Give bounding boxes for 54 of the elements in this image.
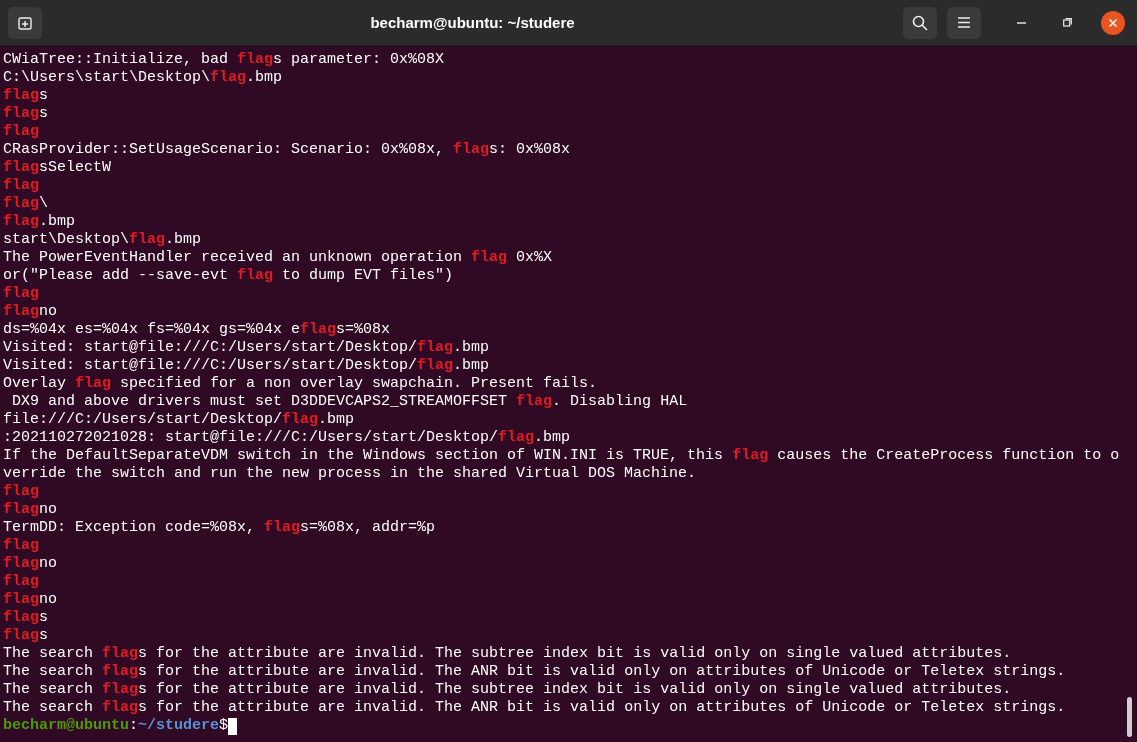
output-line: flag\	[3, 195, 49, 213]
output-line: Visited: start@file:///C:/Users/start/Desktop/flag.bmp	[3, 339, 490, 357]
output-line: Overlay flag specified for a non overlay swapchain. Present fails.	[3, 375, 598, 393]
output-line: The search flags for the attribute are invalid. The ANR bit is valid only on attributes of Unicode or Teletex strings.	[3, 663, 1066, 681]
output-line: CWiaTree::Initialize, bad flags parameter: 0x%08X	[3, 51, 445, 69]
output-line: verride the switch and run the new process in the shared Virtual DOS Machine.	[3, 465, 697, 483]
output-line: flagno	[3, 555, 58, 573]
output-line: The PowerEventHandler received an unknown operation flag 0x%X	[3, 249, 553, 267]
output-line: TermDD: Exception code=%08x, flags=%08x, addr=%p	[3, 519, 436, 537]
minimize-icon	[1016, 21, 1026, 24]
output-line: flag	[3, 123, 39, 141]
output-line: DX9 and above drivers must set D3DDEVCAPS2_STREAMOFFSET flag. Disabling HAL	[11, 393, 688, 411]
output-line: file:///C:/Users/start/Desktop/flag.bmp	[3, 411, 355, 429]
scrollbar[interactable]	[1127, 697, 1132, 737]
output-line: flags	[3, 105, 49, 123]
new-tab-button[interactable]	[8, 6, 42, 39]
output-line: or("Please add --save-evt flag to dump EVT files")	[3, 267, 454, 285]
output-line: flags	[3, 609, 49, 627]
new-tab-icon	[18, 15, 32, 30]
output-line: The search flags for the attribute are invalid. The subtree index bit is valid only on single valued attributes.	[3, 645, 1012, 663]
output-line: flag	[3, 285, 39, 303]
output-line: CRasProvider::SetUsageScenario: Scenario: 0x%08x, flags: 0x%08x	[3, 141, 571, 159]
prompt-path: ~/studere	[138, 717, 220, 735]
menu-button[interactable]	[947, 6, 981, 39]
prompt-symbol: $	[219, 717, 229, 735]
output-line: start\Desktop\flag.bmp	[3, 231, 202, 249]
output-line: flagsSelectW	[3, 159, 112, 177]
search-icon	[912, 14, 928, 31]
search-button[interactable]	[903, 6, 937, 39]
close-button[interactable]	[1101, 10, 1125, 35]
output-line: flags	[3, 87, 49, 105]
window-title: becharm@ubuntu: ~/studere	[369, 14, 576, 31]
output-line: flagno	[3, 303, 58, 321]
output-line: The search flags for the attribute are invalid. The subtree index bit is valid only on single valued attributes.	[3, 681, 1012, 699]
output-line: Visited: start@file:///C:/Users/start/Desktop/flag.bmp	[3, 357, 490, 375]
output-line: :202110272021028: start@file:///C:/Users/start/Desktop/flag.bmp	[3, 429, 571, 447]
output-line: flag	[3, 483, 39, 501]
output-line: flag.bmp	[3, 213, 76, 231]
output-line: flag	[3, 177, 39, 195]
output-line: flags	[3, 627, 49, 645]
output-line: flagno	[3, 501, 58, 519]
cursor	[228, 717, 238, 735]
output-line: The search flags for the attribute are invalid. The ANR bit is valid only on attributes of Unicode or Teletex strings.	[3, 699, 1066, 717]
output-line: ds=%04x es=%04x fs=%04x gs=%04x eflags=%08x	[3, 321, 391, 339]
output-line: C:\Users\start\Desktop\flag.bmp	[3, 69, 283, 87]
output-line: flag	[3, 537, 39, 555]
prompt-separator: :	[129, 717, 139, 735]
output-line: If the DefaultSeparateVDM switch in the Windows section of WIN.INI is TRUE, this flag causes the CreateProcess function to o	[3, 447, 1120, 465]
prompt-user-host: becharm@ubuntu	[3, 717, 130, 735]
close-icon	[1109, 18, 1117, 27]
restore-icon	[1062, 18, 1072, 27]
output-line: flagno	[3, 591, 58, 609]
output-line: flag	[3, 573, 39, 591]
menu-icon	[958, 17, 970, 28]
